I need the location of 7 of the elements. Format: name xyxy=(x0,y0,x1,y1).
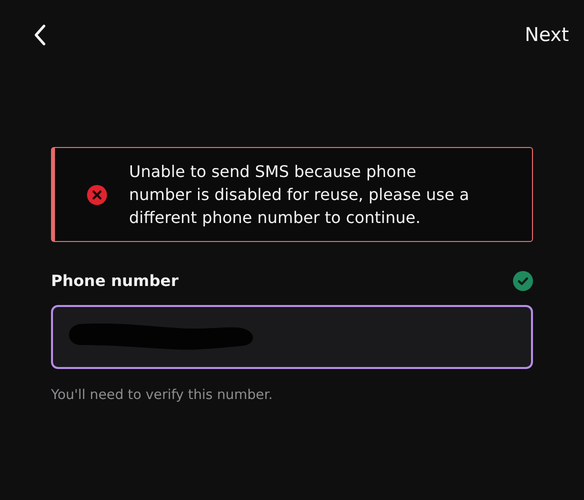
hint-text: You'll need to verify this number. xyxy=(51,387,274,403)
chevron-left-icon xyxy=(33,24,47,46)
next-button[interactable]: Next xyxy=(520,20,573,50)
error-icon xyxy=(87,184,107,204)
error-message: Unable to send SMS because phone number is disabled for reuse, please use a different phone number to continue. xyxy=(129,161,470,229)
field-label: Phone number xyxy=(51,272,178,290)
input-field[interactable] xyxy=(51,305,533,369)
